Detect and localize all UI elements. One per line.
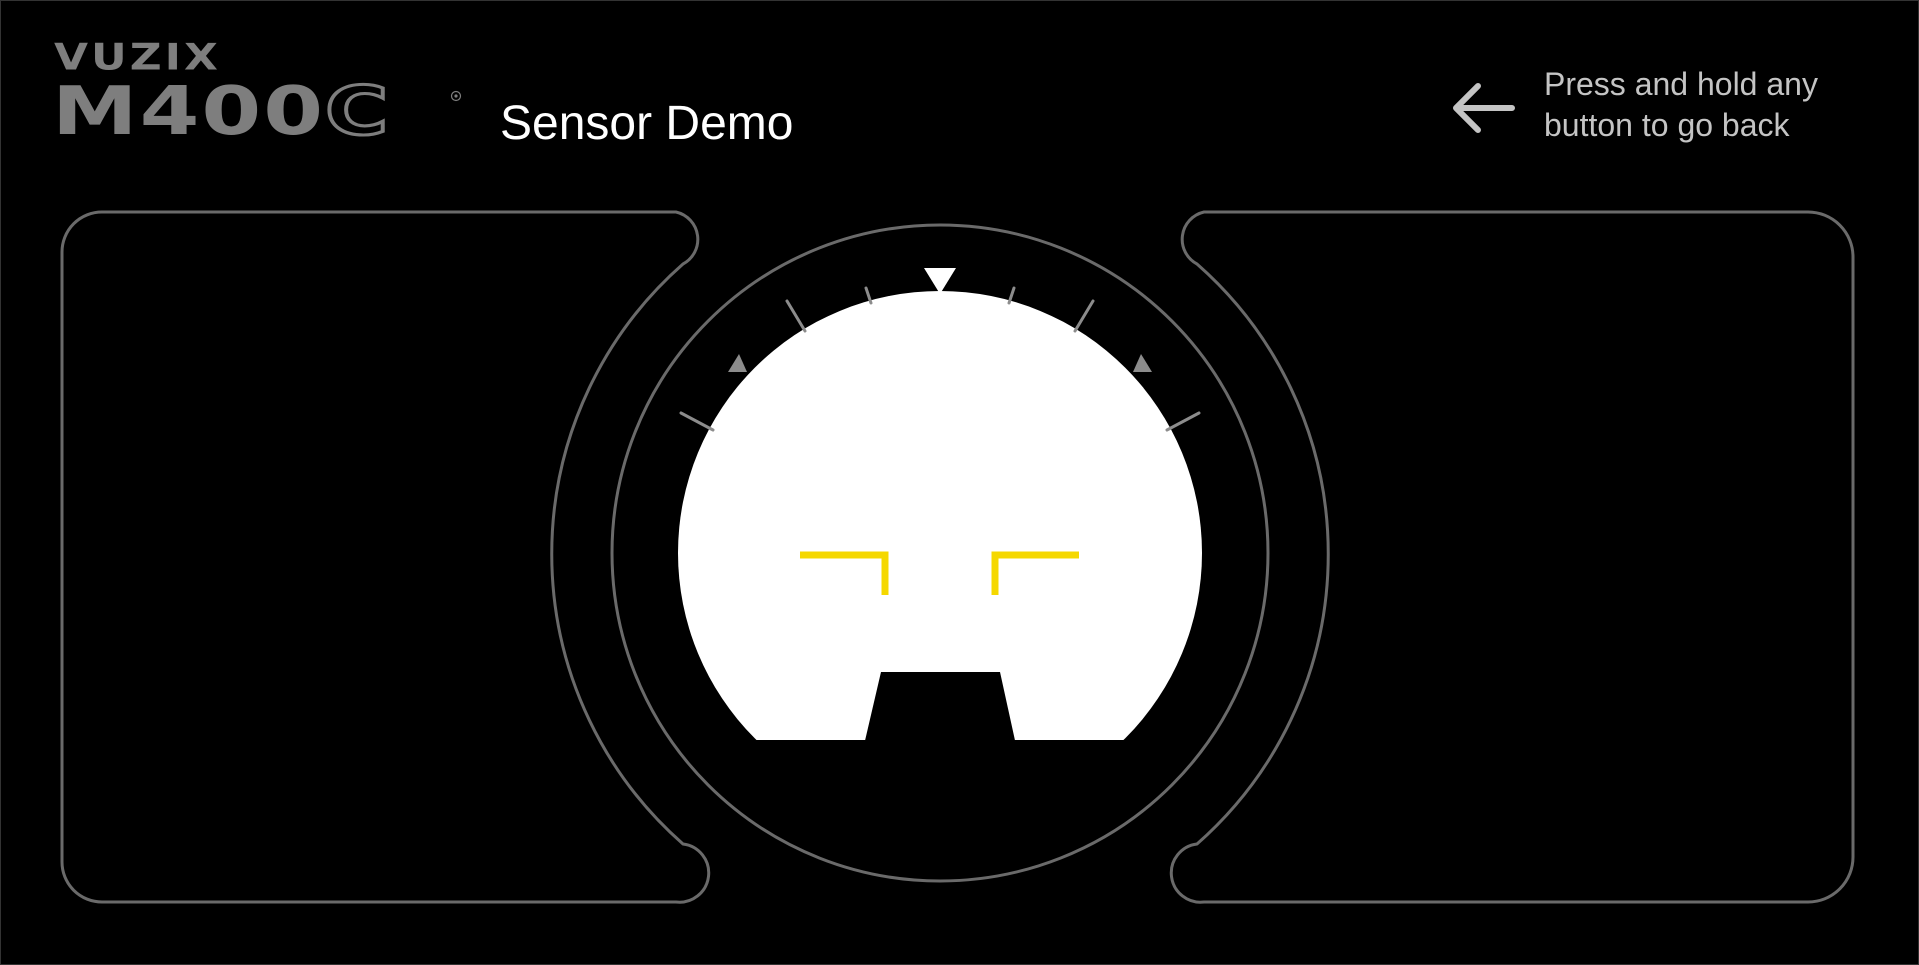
roll-tick bbox=[864, 286, 873, 305]
horizon-ground-notch bbox=[864, 672, 1016, 745]
roll-tick bbox=[1165, 411, 1201, 432]
triangle-marker-icon bbox=[728, 354, 747, 372]
sensor-hud bbox=[60, 210, 1855, 904]
horizon-ground bbox=[678, 745, 1202, 815]
roll-tick bbox=[1073, 299, 1095, 333]
triangle-marker-icon bbox=[1133, 354, 1152, 372]
roll-tick bbox=[679, 411, 715, 432]
horizon-sky bbox=[678, 291, 1202, 740]
right-panel bbox=[1169, 210, 1855, 904]
roll-tick bbox=[785, 299, 807, 333]
triangle-down-icon bbox=[924, 268, 956, 294]
roll-tick bbox=[1007, 286, 1016, 305]
